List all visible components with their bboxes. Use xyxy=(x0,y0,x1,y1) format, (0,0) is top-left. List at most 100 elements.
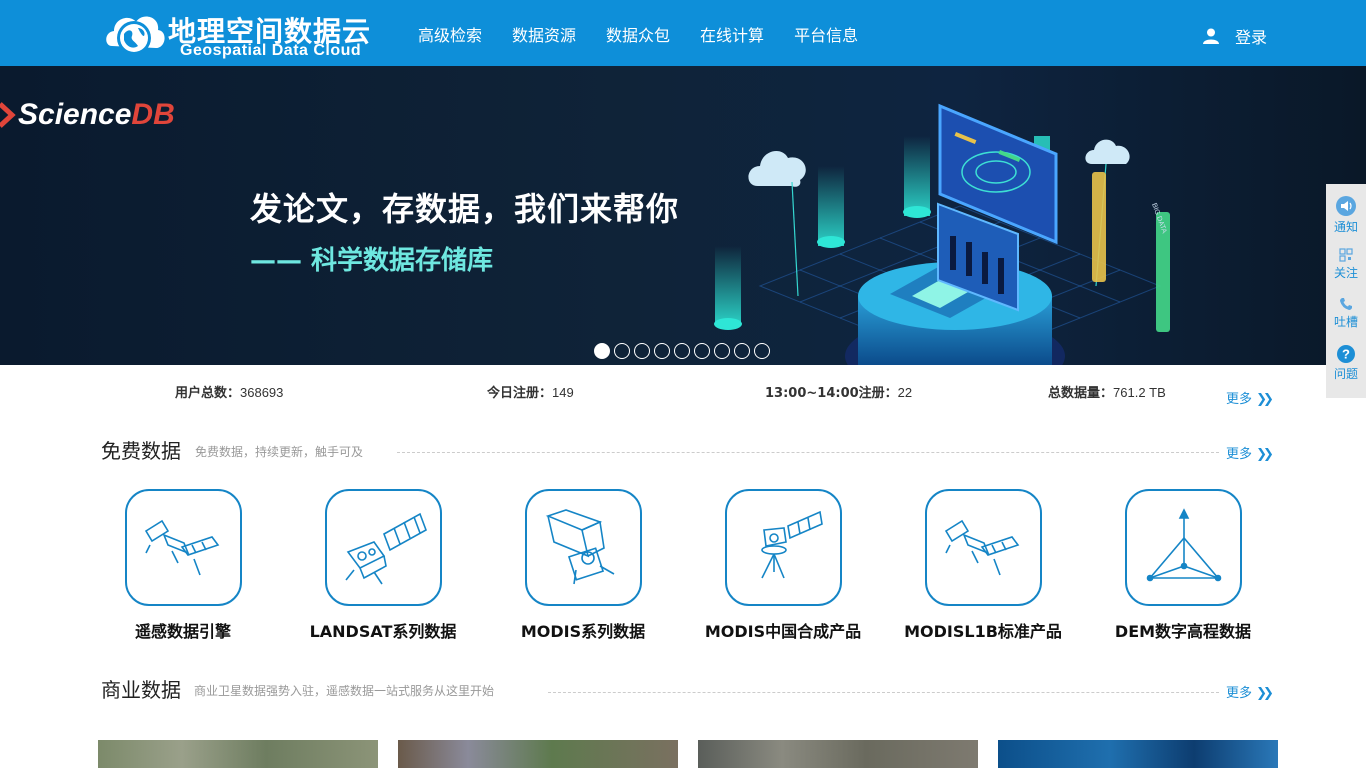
free-item-icon-box xyxy=(924,489,1042,606)
banner-title: 发论文，存数据，我们来帮你 xyxy=(250,190,680,228)
stats-bar: 用户总数：368693 今日注册：149 13:00~14:00注册：22 总数… xyxy=(0,382,1366,402)
free-item-modis-l1b[interactable]: MODISL1B标准产品 xyxy=(883,489,1083,642)
free-item-icon-box xyxy=(124,489,242,606)
question-icon: ? xyxy=(1337,345,1355,363)
stats-more-label: 更多 xyxy=(1226,392,1253,407)
free-data-title: 免费数据 xyxy=(101,439,181,463)
stat-total-data-value: 761.2 TB xyxy=(1113,385,1166,400)
side-faq[interactable]: ? 问题 xyxy=(1326,345,1366,382)
logo-title-en: Geospatial Data Cloud xyxy=(180,42,362,59)
commercial-data-title: 商业数据 xyxy=(101,678,181,702)
modis-satellite-icon xyxy=(545,508,615,584)
double-chevron-right-icon: ❯❯ xyxy=(1256,392,1274,407)
double-chevron-right-icon: ❯❯ xyxy=(1256,686,1274,701)
landsat-satellite-icon xyxy=(345,512,427,584)
isometric-data-illustration: BIG DATA xyxy=(714,103,1170,365)
stat-total-data: 总数据量：761.2 TB xyxy=(1048,382,1166,401)
nav-data-resources[interactable]: 数据资源 xyxy=(512,22,576,46)
stat-hour-value: 22 xyxy=(897,385,913,400)
satellite-dish-icon xyxy=(761,510,823,578)
carousel-dot-1[interactable] xyxy=(594,343,610,359)
side-faq-label: 问题 xyxy=(1333,367,1358,381)
sciencedb-logo: Science DB xyxy=(0,98,175,132)
side-feedback[interactable]: 吐槽 xyxy=(1326,297,1366,330)
login-link[interactable]: 登录 xyxy=(1203,24,1267,48)
carousel-dot-6[interactable] xyxy=(694,343,710,359)
commercial-more-label: 更多 xyxy=(1226,686,1253,701)
carousel-dot-9[interactable] xyxy=(754,343,770,359)
free-item-icon-box xyxy=(524,489,642,606)
free-item-label: MODIS中国合成产品 xyxy=(704,622,862,641)
free-item-dem[interactable]: DEM数字高程数据 xyxy=(1083,489,1283,642)
qrcode-icon xyxy=(1339,248,1353,262)
side-notice[interactable]: 通知 xyxy=(1326,196,1366,235)
dem-terrain-icon xyxy=(1146,507,1222,581)
carousel-dot-8[interactable] xyxy=(734,343,750,359)
free-data-subtitle: 免费数据，持续更新，触手可及 xyxy=(195,445,364,459)
free-item-label: 遥感数据引擎 xyxy=(134,622,231,641)
speaker-icon xyxy=(1336,196,1356,216)
side-feedback-label: 吐槽 xyxy=(1333,315,1358,329)
stats-more-link[interactable]: 更多 ❯❯ xyxy=(1226,388,1274,407)
free-item-icon-box xyxy=(324,489,442,606)
commercial-thumb-3[interactable] xyxy=(698,740,978,768)
main-nav: 高级检索 数据资源 数据众包 在线计算 平台信息 xyxy=(418,22,888,46)
free-data-more-link[interactable]: 更多 ❯❯ xyxy=(1226,443,1274,462)
side-notice-label: 通知 xyxy=(1333,220,1358,234)
commercial-data-divider xyxy=(548,692,1219,693)
login-label: 登录 xyxy=(1235,28,1268,47)
carousel-dot-7[interactable] xyxy=(714,343,730,359)
commercial-more-link[interactable]: 更多 ❯❯ xyxy=(1226,682,1274,701)
user-icon xyxy=(1203,28,1219,44)
free-item-rs-engine[interactable]: 遥感数据引擎 xyxy=(83,489,283,642)
free-item-label: MODIS系列数据 xyxy=(520,622,646,641)
side-float-bar: 通知 关注 吐槽 ? 问题 xyxy=(1326,184,1366,398)
free-item-label: DEM数字高程数据 xyxy=(1114,622,1252,641)
carousel-dots xyxy=(594,343,774,359)
globe-cloud-logo-icon xyxy=(106,16,165,55)
sciencedb-brand-db: DB xyxy=(131,98,175,131)
satellite-icon xyxy=(944,519,1020,575)
stat-total-users-value: 368693 xyxy=(240,385,284,400)
free-item-modis-china[interactable]: MODIS中国合成产品 xyxy=(683,489,883,642)
stat-today-registered: 今日注册：149 xyxy=(487,382,574,401)
stat-today-value: 149 xyxy=(552,385,574,400)
nav-crowdsourcing[interactable]: 数据众包 xyxy=(606,22,670,46)
free-item-modis[interactable]: MODIS系列数据 xyxy=(483,489,683,642)
double-chevron-right-icon: ❯❯ xyxy=(1256,447,1274,462)
nav-advanced-search[interactable]: 高级检索 xyxy=(418,22,482,46)
banner-subtitle: —— 科学数据存储库 xyxy=(250,246,494,276)
stat-today-label: 今日注册： xyxy=(487,386,553,401)
sciencedb-brand: Science xyxy=(18,98,132,131)
commercial-thumb-1[interactable] xyxy=(98,740,378,768)
stat-total-data-label: 总数据量： xyxy=(1048,386,1114,401)
stat-hour-registered: 13:00~14:00注册：22 xyxy=(765,382,912,401)
free-item-icon-box xyxy=(1124,489,1242,606)
carousel-dot-2[interactable] xyxy=(614,343,630,359)
commercial-thumb-4[interactable] xyxy=(998,740,1278,768)
nav-platform-info[interactable]: 平台信息 xyxy=(794,22,858,46)
stat-total-users: 用户总数：368693 xyxy=(175,382,283,401)
site-logo[interactable]: 地理空间数据云 Geospatial Data Cloud xyxy=(102,6,387,62)
hero-banner[interactable]: Science DB 发论文，存数据，我们来帮你 —— 科学数据存储库 BIG … xyxy=(0,66,1366,365)
side-follow[interactable]: 关注 xyxy=(1326,248,1366,281)
commercial-data-subtitle: 商业卫星数据强势入驻，遥感数据一站式服务从这里开始 xyxy=(194,684,495,698)
phone-icon xyxy=(1340,298,1352,310)
carousel-dot-4[interactable] xyxy=(654,343,670,359)
svg-text:?: ? xyxy=(1342,347,1350,362)
stat-hour-label: 13:00~14:00注册： xyxy=(765,386,898,401)
free-item-landsat[interactable]: LANDSAT系列数据 xyxy=(283,489,483,642)
free-data-more-label: 更多 xyxy=(1226,447,1253,462)
satellite-icon xyxy=(144,519,220,575)
carousel-dot-5[interactable] xyxy=(674,343,690,359)
sciencedb-mark-icon xyxy=(0,102,16,128)
header: 地理空间数据云 Geospatial Data Cloud 高级检索 数据资源 … xyxy=(0,0,1366,66)
free-item-label: LANDSAT系列数据 xyxy=(309,622,457,641)
free-item-label: MODISL1B标准产品 xyxy=(904,622,1062,641)
carousel-dot-3[interactable] xyxy=(634,343,650,359)
free-data-divider xyxy=(397,452,1219,453)
side-follow-label: 关注 xyxy=(1333,266,1358,280)
commercial-thumb-2[interactable] xyxy=(398,740,678,768)
stat-total-users-label: 用户总数： xyxy=(175,386,241,401)
nav-online-compute[interactable]: 在线计算 xyxy=(700,22,764,46)
